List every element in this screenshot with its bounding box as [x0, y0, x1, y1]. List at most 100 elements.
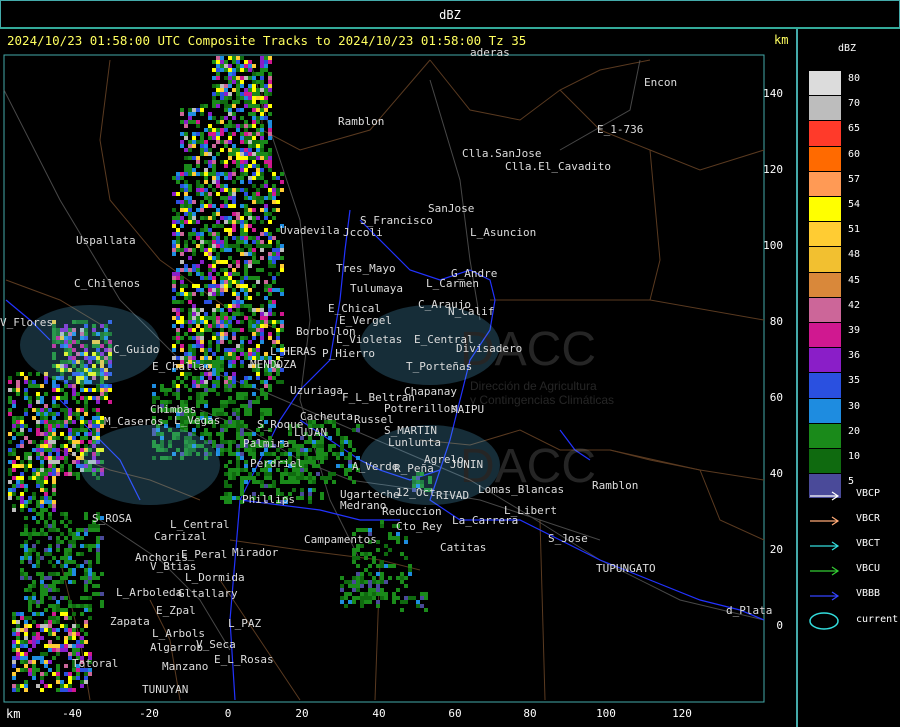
- reflectivity-pixel: [72, 568, 76, 572]
- map-canvas[interactable]: DACC DACC Dirección de Agricultura y Con…: [0, 29, 796, 727]
- reflectivity-pixel: [228, 248, 232, 252]
- reflectivity-pixel: [164, 388, 168, 392]
- reflectivity-pixel: [188, 232, 192, 236]
- reflectivity-pixel: [192, 140, 196, 144]
- reflectivity-pixel: [40, 476, 44, 480]
- reflectivity-pixel: [224, 188, 228, 192]
- city-label: Divisadero: [456, 342, 522, 355]
- reflectivity-pixel: [24, 616, 28, 620]
- city-label: S_MARTIN: [384, 424, 437, 437]
- y-tick-label: 20: [770, 543, 783, 556]
- reflectivity-pixel: [212, 312, 216, 316]
- reflectivity-pixel: [260, 336, 264, 340]
- reflectivity-pixel: [216, 128, 220, 132]
- reflectivity-pixel: [348, 444, 352, 448]
- reflectivity-pixel: [204, 196, 208, 200]
- reflectivity-pixel: [48, 684, 52, 688]
- reflectivity-pixel: [204, 228, 208, 232]
- reflectivity-pixel: [248, 76, 252, 80]
- legend-value-label: 45: [848, 274, 861, 286]
- reflectivity-pixel: [240, 420, 244, 424]
- reflectivity-pixel: [40, 528, 44, 532]
- reflectivity-pixel: [340, 440, 344, 444]
- reflectivity-pixel: [248, 212, 252, 216]
- reflectivity-pixel: [164, 420, 168, 424]
- reflectivity-pixel: [96, 416, 100, 420]
- reflectivity-pixel: [216, 232, 220, 236]
- reflectivity-pixel: [176, 248, 180, 252]
- reflectivity-pixel: [72, 688, 76, 692]
- reflectivity-pixel: [184, 168, 188, 172]
- reflectivity-pixel: [216, 364, 220, 368]
- reflectivity-pixel: [224, 496, 228, 500]
- reflectivity-pixel: [84, 436, 88, 440]
- reflectivity-pixel: [256, 172, 260, 176]
- reflectivity-pixel: [56, 652, 60, 656]
- reflectivity-pixel: [36, 500, 40, 504]
- reflectivity-pixel: [236, 472, 240, 476]
- reflectivity-pixel: [232, 348, 236, 352]
- reflectivity-pixel: [176, 376, 180, 380]
- reflectivity-pixel: [40, 660, 44, 664]
- reflectivity-pixel: [88, 424, 92, 428]
- radar-map[interactable]: DACC DACC Dirección de Agricultura y Con…: [0, 29, 798, 727]
- reflectivity-pixel: [256, 400, 260, 404]
- reflectivity-pixel: [68, 676, 72, 680]
- reflectivity-pixel: [312, 480, 316, 484]
- reflectivity-pixel: [176, 332, 180, 336]
- reflectivity-pixel: [232, 400, 236, 404]
- reflectivity-pixel: [228, 352, 232, 356]
- reflectivity-pixel: [212, 100, 216, 104]
- reflectivity-pixel: [268, 84, 272, 88]
- reflectivity-pixel: [48, 588, 52, 592]
- reflectivity-pixel: [180, 308, 184, 312]
- reflectivity-pixel: [20, 652, 24, 656]
- reflectivity-pixel: [220, 496, 224, 500]
- reflectivity-pixel: [44, 644, 48, 648]
- reflectivity-pixel: [192, 232, 196, 236]
- reflectivity-pixel: [224, 272, 228, 276]
- reflectivity-pixel: [296, 480, 300, 484]
- reflectivity-pixel: [48, 408, 52, 412]
- reflectivity-pixel: [64, 400, 68, 404]
- reflectivity-pixel: [32, 620, 36, 624]
- reflectivity-pixel: [204, 404, 208, 408]
- reflectivity-pixel: [176, 176, 180, 180]
- legend-value-label: 70: [848, 98, 861, 110]
- reflectivity-pixel: [236, 152, 240, 156]
- reflectivity-pixel: [176, 336, 180, 340]
- reflectivity-pixel: [36, 480, 40, 484]
- city-label: Clla.El_Cavadito: [505, 160, 611, 173]
- reflectivity-pixel: [272, 312, 276, 316]
- reflectivity-pixel: [236, 128, 240, 132]
- reflectivity-pixel: [248, 472, 252, 476]
- reflectivity-pixel: [260, 320, 264, 324]
- reflectivity-pixel: [200, 140, 204, 144]
- reflectivity-pixel: [264, 216, 268, 220]
- reflectivity-pixel: [272, 188, 276, 192]
- reflectivity-pixel: [344, 472, 348, 476]
- reflectivity-pixel: [172, 280, 176, 284]
- reflectivity-pixel: [220, 276, 224, 280]
- reflectivity-pixel: [392, 600, 396, 604]
- reflectivity-pixel: [244, 208, 248, 212]
- reflectivity-pixel: [44, 404, 48, 408]
- reflectivity-pixel: [200, 376, 204, 380]
- reflectivity-pixel: [228, 176, 232, 180]
- reflectivity-pixel: [244, 228, 248, 232]
- reflectivity-pixel: [36, 520, 40, 524]
- reflectivity-pixel: [356, 588, 360, 592]
- reflectivity-pixel: [172, 324, 176, 328]
- reflectivity-pixel: [88, 580, 92, 584]
- reflectivity-pixel: [28, 560, 32, 564]
- reflectivity-pixel: [104, 384, 108, 388]
- track-legend-item: VBBB: [808, 588, 898, 602]
- reflectivity-pixel: [260, 172, 264, 176]
- reflectivity-pixel: [248, 140, 252, 144]
- reflectivity-pixel: [52, 432, 56, 436]
- reflectivity-pixel: [212, 332, 216, 336]
- reflectivity-pixel: [224, 228, 228, 232]
- reflectivity-pixel: [200, 392, 204, 396]
- reflectivity-pixel: [52, 488, 56, 492]
- reflectivity-pixel: [224, 412, 228, 416]
